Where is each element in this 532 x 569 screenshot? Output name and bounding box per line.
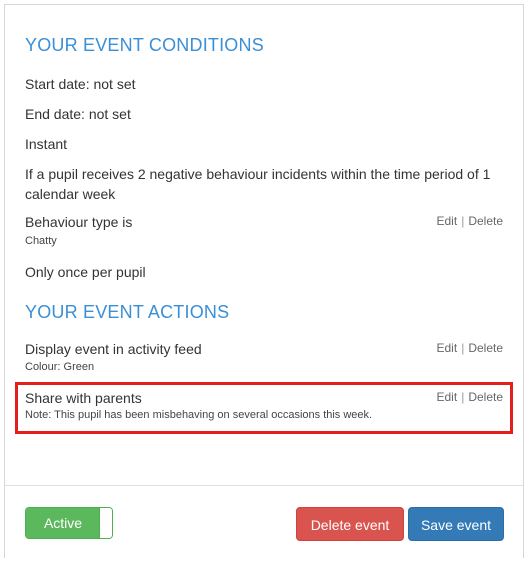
frequency-text: Only once per pupil xyxy=(25,264,146,280)
card-footer: Active Delete event Save event xyxy=(5,485,523,558)
event-card: YOUR EVENT CONDITIONS Start date: not se… xyxy=(4,4,524,558)
behaviour-type-value: Chatty xyxy=(25,235,57,247)
action-delete-link[interactable]: Delete xyxy=(468,341,503,355)
share-parents-separator: | xyxy=(461,390,465,404)
rule-text: If a pupil receives 2 negative behaviour… xyxy=(25,166,491,202)
start-date-text: Start date: not set xyxy=(25,76,136,92)
share-parents-label: Share with parents xyxy=(25,390,142,406)
behaviour-type-actions: Edit | Delete xyxy=(437,214,504,228)
behaviour-type-edit-link[interactable]: Edit xyxy=(437,214,458,228)
share-parents-delete-link[interactable]: Delete xyxy=(468,390,503,404)
actions-heading: YOUR EVENT ACTIONS xyxy=(25,302,230,322)
behaviour-type-separator: | xyxy=(461,214,465,228)
active-toggle-label: Active xyxy=(26,508,100,538)
save-event-button[interactable]: Save event xyxy=(408,507,504,541)
action-actions: Edit | Delete xyxy=(437,341,504,355)
action-detail: Colour: Green xyxy=(25,361,95,373)
conditions-heading: YOUR EVENT CONDITIONS xyxy=(25,35,264,55)
action-label: Display event in activity feed xyxy=(25,341,202,357)
action-edit-link[interactable]: Edit xyxy=(437,341,458,355)
behaviour-type-label: Behaviour type is xyxy=(25,214,133,230)
delete-event-button[interactable]: Delete event xyxy=(296,507,404,541)
active-toggle[interactable]: Active xyxy=(25,507,113,539)
instant-text: Instant xyxy=(25,136,68,152)
behaviour-type-delete-link[interactable]: Delete xyxy=(468,214,503,228)
action-separator: | xyxy=(461,341,465,355)
end-date-text: End date: not set xyxy=(25,106,131,122)
share-parents-edit-link[interactable]: Edit xyxy=(437,390,458,404)
share-parents-detail: Note: This pupil has been misbehaving on… xyxy=(25,409,373,421)
toggle-knob[interactable] xyxy=(99,508,112,538)
share-parents-actions: Edit | Delete xyxy=(437,390,504,404)
